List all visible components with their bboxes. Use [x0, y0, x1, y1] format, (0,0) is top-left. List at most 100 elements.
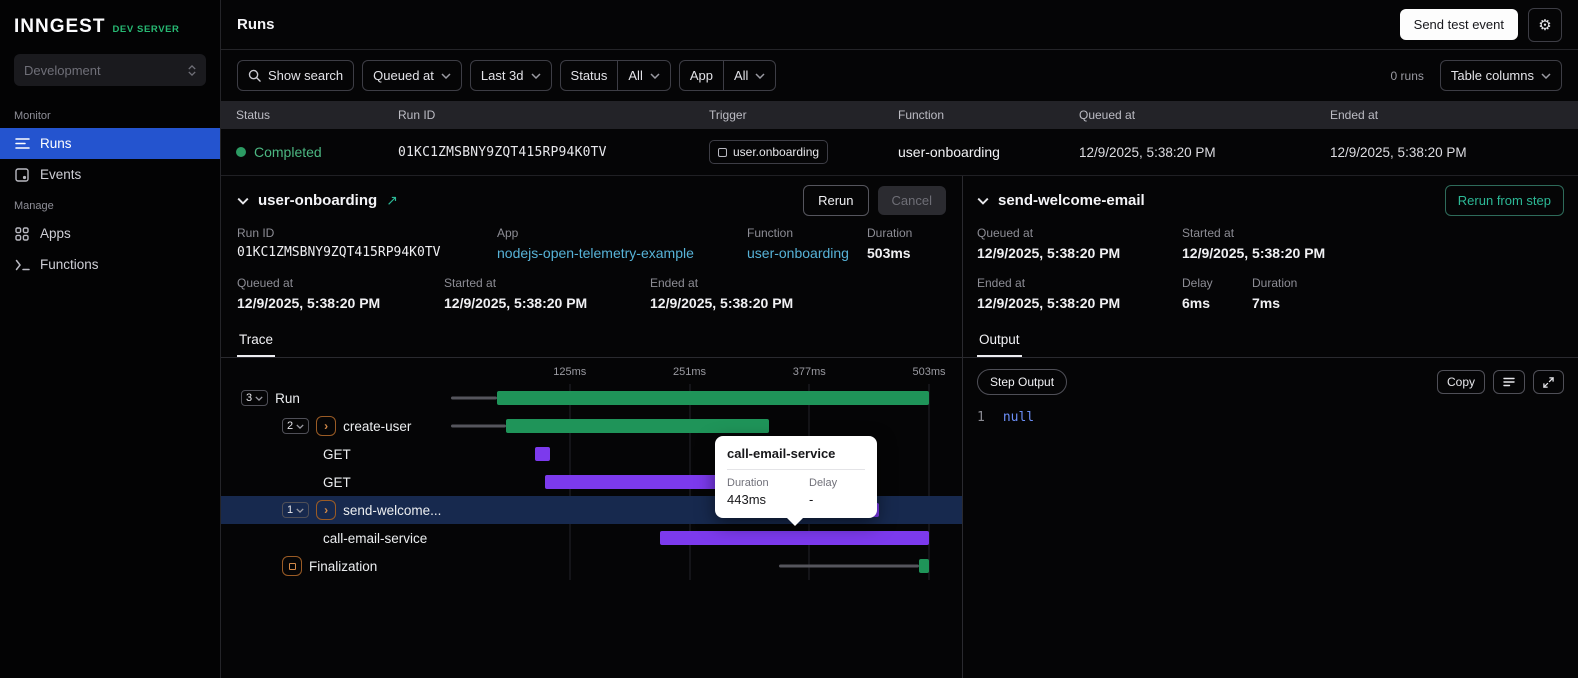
gear-icon: ⚙: [1538, 16, 1552, 34]
trace-span-bar[interactable]: [660, 531, 929, 545]
tooltip-duration-value: 443ms: [727, 492, 767, 507]
step-output-code[interactable]: 1 null: [963, 406, 1578, 429]
sidebar-item-apps[interactable]: Apps: [0, 218, 220, 249]
queued-at-filter[interactable]: Queued at: [362, 60, 462, 91]
app-link[interactable]: nodejs-open-telemetry-example: [497, 245, 747, 261]
run-details-header: user-onboarding ↗ Rerun Cancel: [221, 176, 962, 220]
run-details-tabs: Trace: [221, 325, 962, 358]
trace-step-name[interactable]: GET: [323, 475, 351, 490]
logo-row: INNGEST DEV SERVER: [0, 0, 220, 48]
status-dot-icon: [236, 147, 246, 157]
trace-queue-line[interactable]: [778, 564, 919, 568]
filter-bar: Show search Queued at Last 3d Status All…: [221, 50, 1578, 101]
run-status-cell: Completed: [236, 144, 398, 160]
send-test-event-button[interactable]: Send test event: [1399, 9, 1518, 40]
status-filter-value[interactable]: All: [617, 61, 669, 90]
expand-button[interactable]: [1533, 370, 1564, 394]
tab-output[interactable]: Output: [977, 325, 1022, 357]
trace-step-name[interactable]: create-user: [343, 419, 411, 434]
rerun-button[interactable]: Rerun: [803, 185, 869, 216]
app-filter-label: App: [689, 68, 713, 83]
trace-queue-line[interactable]: [451, 396, 497, 400]
column-header: Run ID: [398, 108, 436, 122]
step-title: send-welcome-email: [998, 192, 1145, 209]
tooltip-title: call-email-service: [727, 446, 836, 461]
step-output-badge[interactable]: Step Output: [977, 369, 1068, 395]
trace-row[interactable]: 3 Run: [221, 384, 962, 412]
environment-select[interactable]: Development: [14, 54, 206, 86]
functions-icon: [14, 257, 30, 273]
trace-collapse-counter[interactable]: 1: [282, 502, 310, 518]
field-duration: Duration 503ms: [867, 226, 913, 261]
inngest-logo: INNGEST: [14, 16, 106, 37]
trace-step-name[interactable]: call-email-service: [323, 531, 427, 546]
field-duration: Duration 7ms: [1252, 276, 1298, 311]
trace-span-bar[interactable]: [918, 559, 929, 573]
tab-trace[interactable]: Trace: [237, 325, 276, 357]
line-number: 1: [977, 410, 985, 425]
field-function: Function user-onboarding: [747, 226, 867, 261]
trace-step-name[interactable]: GET: [323, 447, 351, 462]
trace-step-name[interactable]: send-welcome...: [343, 503, 441, 518]
status-filter[interactable]: Status All: [559, 60, 671, 91]
settings-button[interactable]: ⚙: [1528, 7, 1562, 42]
trace-row[interactable]: Finalization: [221, 552, 962, 580]
trace-section: 125ms 251ms 377ms 503ms 3 Run 2 › create-user GE…: [221, 358, 962, 678]
app-root: INNGEST DEV SERVER Development Monitor R…: [0, 0, 1578, 678]
topbar: Runs Send test event ⚙: [221, 0, 1578, 50]
trace-step-name[interactable]: Run: [275, 391, 300, 406]
apps-icon: [14, 226, 30, 242]
table-row[interactable]: Completed 01KC1ZMSBNY9ZQT415RP94K0TV use…: [221, 129, 1578, 176]
sidebar-item-label: Runs: [40, 136, 72, 151]
external-link-icon[interactable]: ↗: [386, 192, 398, 209]
run-title: user-onboarding: [258, 192, 378, 209]
chevron-down-icon: [441, 72, 451, 79]
trace-queue-line[interactable]: [451, 424, 507, 428]
status-filter-label: Status: [570, 68, 608, 83]
trace-span-bar[interactable]: [506, 419, 770, 433]
sidebar-item-label: Functions: [40, 257, 99, 272]
trace-step-name[interactable]: Finalization: [309, 559, 377, 574]
wrap-lines-button[interactable]: [1493, 370, 1525, 394]
sidebar-item-events[interactable]: Events: [0, 159, 220, 190]
runs-icon: [14, 136, 30, 152]
dev-server-badge: DEV SERVER: [112, 24, 180, 35]
column-header: Ended at: [1330, 108, 1379, 122]
select-updown-icon: [188, 64, 196, 76]
trace-row-chart: [451, 524, 929, 552]
sidebar-item-runs[interactable]: Runs: [0, 128, 220, 159]
trace-collapse-counter[interactable]: 2: [282, 418, 310, 434]
trigger-badge[interactable]: user.onboarding: [709, 140, 829, 164]
sidebar-item-functions[interactable]: Functions: [0, 249, 220, 280]
details-split: user-onboarding ↗ Rerun Cancel Run ID 01…: [221, 176, 1578, 678]
app-filter[interactable]: App All: [678, 60, 777, 91]
trace-tooltip: call-email-service Duration Delay 443ms …: [715, 436, 877, 526]
trace-row-name: Finalization: [221, 556, 451, 576]
collapse-chevron-icon[interactable]: [237, 197, 249, 205]
table-columns-button[interactable]: Table columns: [1439, 60, 1562, 91]
collapse-chevron-icon[interactable]: [977, 197, 989, 205]
lines-icon: [1503, 377, 1515, 387]
trace-span-bar[interactable]: [496, 391, 929, 405]
queued-at-cell: 12/9/2025, 5:38:20 PM: [1079, 144, 1216, 160]
trace-span-bar[interactable]: [534, 447, 550, 461]
step-details-header: send-welcome-email Rerun from step: [963, 176, 1578, 220]
field-started-at: Started at 12/9/2025, 5:38:20 PM: [1182, 226, 1326, 261]
time-range-filter[interactable]: Last 3d: [469, 60, 552, 91]
copy-button[interactable]: Copy: [1436, 370, 1485, 394]
chevron-down-icon: [650, 72, 660, 79]
ended-at-cell: 12/9/2025, 5:38:20 PM: [1330, 144, 1467, 160]
trace-collapse-counter[interactable]: 3: [241, 390, 269, 406]
function-link[interactable]: user-onboarding: [747, 245, 867, 261]
search-icon: [248, 69, 261, 82]
column-header: Queued at: [1079, 108, 1136, 122]
step-icon: ›: [316, 500, 337, 520]
field-run-id: Run ID 01KC1ZMSBNY9ZQT415RP94K0TV: [237, 226, 441, 260]
trace-axis-tick: 125ms: [553, 366, 587, 378]
column-header: Function: [898, 108, 945, 122]
show-search-button[interactable]: Show search: [237, 60, 355, 91]
trace-row[interactable]: call-email-service: [221, 524, 962, 552]
rerun-from-step-button[interactable]: Rerun from step: [1444, 185, 1564, 216]
app-filter-value[interactable]: All: [722, 61, 775, 90]
main-area: Runs Send test event ⚙ Show search Queue…: [221, 0, 1578, 678]
